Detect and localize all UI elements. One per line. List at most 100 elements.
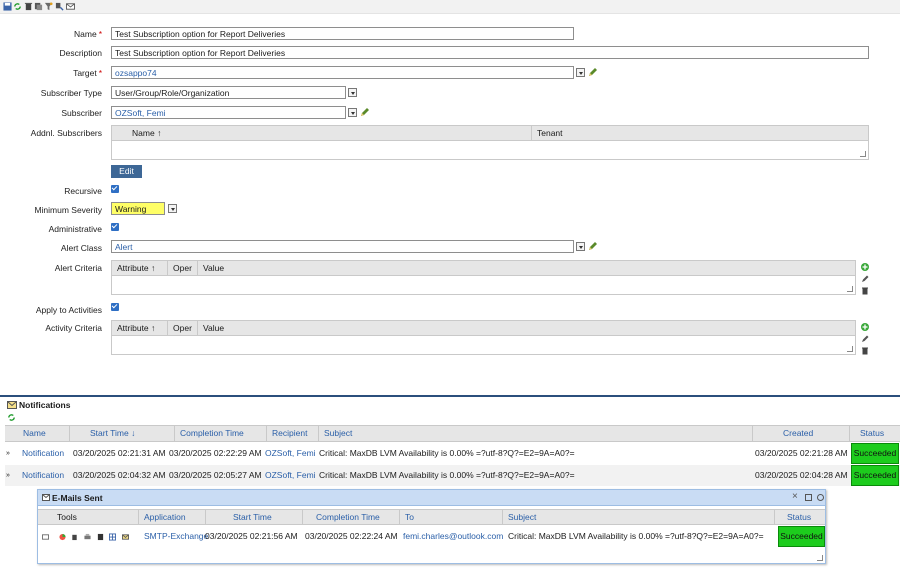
document-icon[interactable] xyxy=(97,533,104,541)
close-icon[interactable]: × xyxy=(792,491,798,502)
apply-to-activities-checkbox[interactable] xyxy=(111,303,119,311)
addnl-subscribers-grid: Name ↑ Tenant xyxy=(111,125,869,160)
resize-handle-icon[interactable] xyxy=(847,286,853,292)
emails-sent-panel: E-Mails Sent × Tools Application Start T… xyxy=(37,489,826,564)
delete-icon[interactable] xyxy=(861,287,869,295)
refresh-icon[interactable] xyxy=(13,2,22,11)
column-header-to[interactable]: To xyxy=(400,510,503,525)
completion-time: 03/20/2025 02:22:24 AM xyxy=(305,531,398,541)
column-header-name[interactable]: Name xyxy=(18,426,70,441)
activity-criteria-label: Activity Criteria xyxy=(45,323,102,333)
resize-handle-icon[interactable] xyxy=(860,151,866,157)
subscriber-field[interactable]: OZSoft, Femi xyxy=(111,106,346,119)
created-time: 03/20/2025 02:04:28 AM xyxy=(755,470,848,480)
completion-time: 03/20/2025 02:05:27 AM xyxy=(169,470,262,480)
column-header-oper[interactable]: Oper xyxy=(168,321,198,336)
grid-icon[interactable] xyxy=(109,533,116,541)
column-header-value[interactable]: Value xyxy=(198,261,856,276)
expand-icon[interactable]: » xyxy=(5,443,19,464)
delete-icon[interactable] xyxy=(24,2,33,11)
severity-dropdown-icon[interactable] xyxy=(168,204,177,213)
column-header-attribute[interactable]: Attribute ↑ xyxy=(112,321,168,336)
edit-pencil-icon[interactable] xyxy=(861,335,869,343)
toolbar xyxy=(0,0,900,14)
column-header-recipient[interactable]: Recipient xyxy=(267,426,319,441)
table-row[interactable]: SMTP-Exchange 03/20/2025 02:21:56 AM 03/… xyxy=(38,526,825,547)
apply-to-activities-label: Apply to Activities xyxy=(35,305,102,315)
add-icon[interactable] xyxy=(861,263,869,271)
notification-name-link[interactable]: Notification xyxy=(18,465,64,486)
recursive-checkbox[interactable] xyxy=(111,185,119,193)
envelope-icon[interactable] xyxy=(42,533,49,541)
start-time: 03/20/2025 02:21:56 AM xyxy=(205,531,298,541)
column-header-oper[interactable]: Oper xyxy=(168,261,198,276)
grid-header: Attribute ↑ Oper Value xyxy=(112,321,855,336)
column-header-completion-time[interactable]: Completion Time xyxy=(175,426,267,441)
column-header-completion-time[interactable]: Completion Time xyxy=(303,510,400,525)
subscriber-type-dropdown-icon[interactable] xyxy=(348,88,357,97)
column-header-status[interactable]: Status xyxy=(850,426,900,441)
alert-class-dropdown-icon[interactable] xyxy=(576,242,585,251)
edit-subscriber-pencil-icon[interactable] xyxy=(359,108,369,118)
target-dropdown-icon[interactable] xyxy=(576,68,585,77)
save-icon[interactable] xyxy=(3,2,12,11)
start-time: 03/20/2025 02:04:32 AM xyxy=(73,470,166,480)
expand-icon[interactable]: » xyxy=(5,465,19,486)
mail-icon[interactable] xyxy=(122,533,129,541)
sort-asc-icon: ↑ xyxy=(157,128,162,138)
column-header-subject[interactable]: Subject xyxy=(503,510,775,525)
application-link[interactable]: SMTP-Exchange xyxy=(140,526,208,547)
column-header-name[interactable]: Name ↑ xyxy=(127,126,532,141)
status-badge: Succeeded xyxy=(851,465,899,486)
notification-name-link[interactable]: Notification xyxy=(18,443,64,464)
maximize-icon[interactable] xyxy=(805,494,812,501)
required-mark: * xyxy=(98,29,102,39)
column-header-start-time[interactable]: Start Time xyxy=(206,510,303,525)
column-header-created[interactable]: Created xyxy=(753,426,850,441)
copy-icon[interactable] xyxy=(34,2,43,11)
name-field[interactable]: Test Subscription option for Report Deli… xyxy=(111,27,574,40)
subscriber-dropdown-icon[interactable] xyxy=(348,108,357,117)
print-icon[interactable] xyxy=(84,533,91,541)
subscriber-label: Subscriber xyxy=(61,108,102,118)
created-time: 03/20/2025 02:21:28 AM xyxy=(755,448,848,458)
table-row[interactable]: » Notification 03/20/2025 02:21:31 AM 03… xyxy=(5,443,900,464)
column-header-tenant[interactable]: Tenant xyxy=(532,126,869,141)
filter-icon[interactable] xyxy=(44,2,53,11)
restore-icon[interactable] xyxy=(817,494,824,501)
activity-criteria-grid: Attribute ↑ Oper Value xyxy=(111,320,856,355)
resize-handle-icon[interactable] xyxy=(817,555,823,561)
add-icon[interactable] xyxy=(861,323,869,331)
description-field[interactable]: Test Subscription option for Report Deli… xyxy=(111,46,869,59)
table-row[interactable]: » Notification 03/20/2025 02:04:32 AM 03… xyxy=(5,465,900,486)
edit-target-pencil-icon[interactable] xyxy=(587,68,597,78)
resize-handle-icon[interactable] xyxy=(847,346,853,352)
recipient-link[interactable]: OZSoft, Femi xyxy=(261,443,316,464)
column-header-value[interactable]: Value xyxy=(198,321,856,336)
administrative-checkbox[interactable] xyxy=(111,223,119,231)
to-link[interactable]: femi.charles@outlook.com xyxy=(399,526,503,547)
subject: Critical: MaxDB LVM Availability is 0.00… xyxy=(319,470,575,480)
email-icon[interactable] xyxy=(66,2,75,11)
edit-pencil-icon[interactable] xyxy=(861,275,869,283)
recipient-link[interactable]: OZSoft, Femi xyxy=(261,465,316,486)
alert-criteria-grid: Attribute ↑ Oper Value xyxy=(111,260,856,295)
edit-alert-class-pencil-icon[interactable] xyxy=(587,242,597,252)
column-header-start-time[interactable]: Start Time ↓ xyxy=(70,426,175,441)
envelope-icon xyxy=(7,401,17,409)
alert-class-field[interactable]: Alert xyxy=(111,240,574,253)
edit-button[interactable]: Edit xyxy=(111,165,142,178)
target-field[interactable]: ozsappo74 xyxy=(111,66,574,79)
chart-icon[interactable] xyxy=(59,533,66,541)
column-header-application[interactable]: Application xyxy=(139,510,206,525)
delete-icon[interactable] xyxy=(861,347,869,355)
delete-icon[interactable] xyxy=(71,533,78,541)
column-header-attribute[interactable]: Attribute ↑ xyxy=(112,261,168,276)
column-header-status[interactable]: Status xyxy=(775,510,825,525)
refresh-icon[interactable] xyxy=(7,413,16,422)
minimum-severity-select[interactable]: Warning xyxy=(111,202,165,215)
subscriber-type-select[interactable]: User/Group/Role/Organization xyxy=(111,86,346,99)
column-header-subject[interactable]: Subject xyxy=(319,426,753,441)
section-divider xyxy=(0,395,900,397)
transfer-icon[interactable] xyxy=(55,2,64,11)
